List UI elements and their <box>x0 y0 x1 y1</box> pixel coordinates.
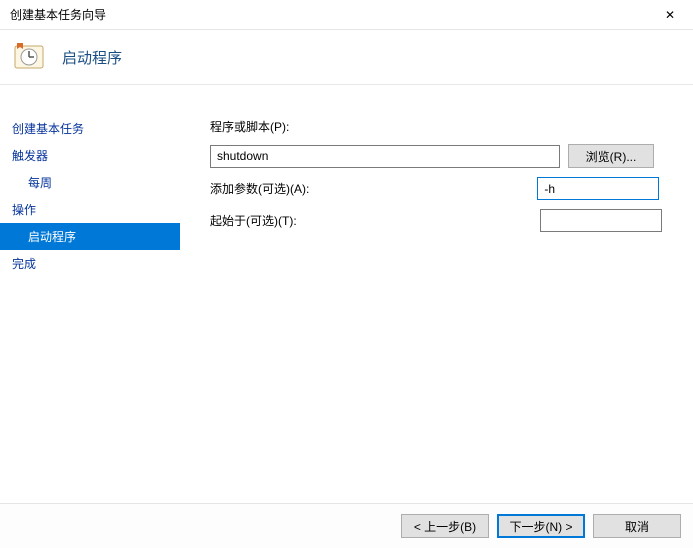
sidebar-item-start-program[interactable]: 启动程序 <box>0 223 180 250</box>
startin-label: 起始于(可选)(T): <box>210 212 297 229</box>
args-input[interactable] <box>537 177 659 200</box>
wizard-icon <box>14 41 46 73</box>
close-button[interactable]: ✕ <box>647 0 693 30</box>
browse-button[interactable]: 浏览(R)... <box>568 144 654 168</box>
startin-input[interactable] <box>540 209 662 232</box>
sidebar-item-create-task[interactable]: 创建基本任务 <box>0 115 180 142</box>
program-label: 程序或脚本(P): <box>210 118 289 135</box>
sidebar-item-weekly[interactable]: 每周 <box>0 169 180 196</box>
cancel-button[interactable]: 取消 <box>593 514 681 538</box>
program-input[interactable] <box>210 145 560 168</box>
sidebar-item-trigger[interactable]: 触发器 <box>0 142 180 169</box>
wizard-sidebar: 创建基本任务 触发器 每周 操作 启动程序 完成 <box>0 85 180 503</box>
wizard-step-title: 启动程序 <box>62 47 122 68</box>
wizard-footer: < 上一步(B) 下一步(N) > 取消 <box>0 503 693 548</box>
wizard-body: 创建基本任务 触发器 每周 操作 启动程序 完成 程序或脚本(P): 浏览(R)… <box>0 85 693 503</box>
wizard-content: 程序或脚本(P): 浏览(R)... 添加参数(可选)(A): 起始于(可选)(… <box>180 85 693 503</box>
wizard-header: 启动程序 <box>0 30 693 85</box>
args-label: 添加参数(可选)(A): <box>210 180 309 197</box>
sidebar-item-action[interactable]: 操作 <box>0 196 180 223</box>
next-button[interactable]: 下一步(N) > <box>497 514 585 538</box>
close-icon: ✕ <box>665 8 675 22</box>
window-title: 创建基本任务向导 <box>10 6 106 23</box>
back-button[interactable]: < 上一步(B) <box>401 514 489 538</box>
sidebar-item-finish[interactable]: 完成 <box>0 250 180 277</box>
titlebar: 创建基本任务向导 ✕ <box>0 0 693 30</box>
